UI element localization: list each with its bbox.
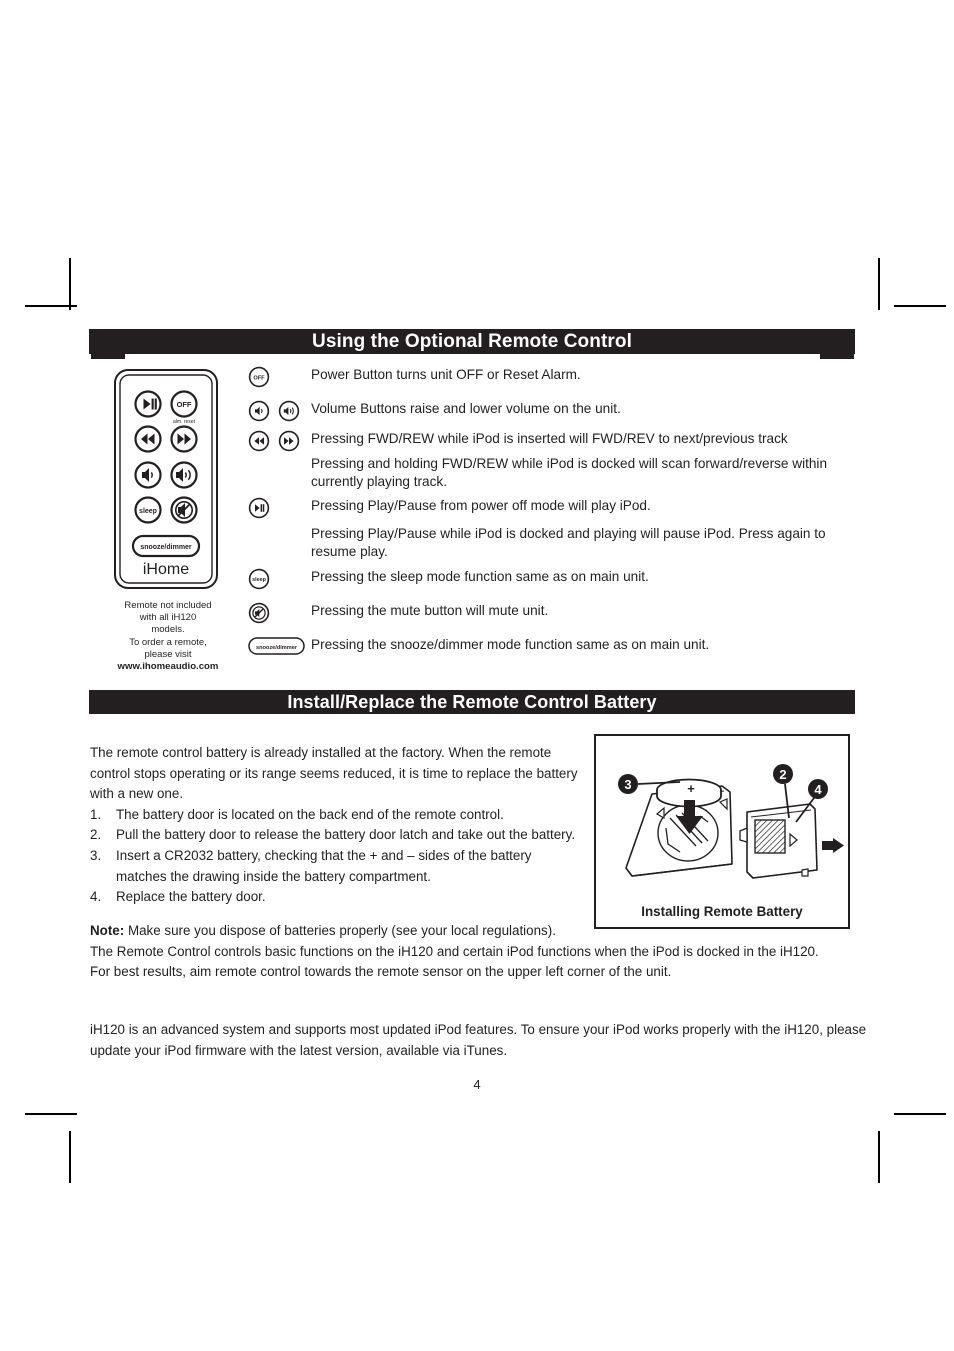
remote-control-summary-2: For best results, aim remote control tow…	[90, 964, 672, 980]
remote-function-row: Pressing FWD/REW while iPod is inserted …	[248, 430, 858, 455]
remote-function-row: Pressing Play/Pause while iPod is docked…	[248, 525, 858, 568]
caption-line-2: with all iH120	[139, 612, 197, 624]
row-icon-group	[248, 602, 306, 624]
snooze-dimmer-button-icon: snooze/dimmer	[248, 636, 305, 661]
row-icon-group: OFF	[248, 366, 306, 388]
step-number: 3.	[90, 847, 102, 863]
installing-remote-battery-diagram: + 3 2 4 Installing Remote Battery	[594, 734, 850, 929]
list-item: 4. Replace the battery door.	[90, 887, 582, 908]
remote-function-row: OFF Power Button turns unit OFF or Reset…	[248, 366, 858, 400]
ipod-firmware-note: iH120 is an advanced system and supports…	[90, 1019, 880, 1061]
row-description: Pressing the mute button will mute unit.	[311, 603, 549, 618]
crop-mark-top-right-horizontal	[894, 305, 946, 307]
svg-text:sleep: sleep	[252, 577, 266, 583]
row-icon-group	[248, 430, 306, 452]
svg-text:iHome: iHome	[143, 561, 189, 578]
crop-mark-bottom-right-horizontal	[894, 1113, 946, 1115]
rewind-button-icon	[248, 430, 270, 457]
remote-function-row: Pressing the mute button will mute unit.	[248, 602, 858, 636]
svg-text:snooze/dimmer: snooze/dimmer	[140, 544, 192, 551]
remote-function-row: sleep Pressing the sleep mode function s…	[248, 568, 858, 602]
crop-mark-top-right-vertical	[878, 258, 880, 310]
play-pause-button-icon	[248, 497, 270, 524]
step-text: Pull the battery door to release the bat…	[116, 827, 576, 843]
ihome-audio-url[interactable]: www.ihomeaudio.com	[108, 661, 228, 673]
volume-down-button-icon	[248, 400, 270, 427]
row-description: Pressing and holding FWD/REW while iPod …	[311, 456, 828, 489]
svg-text:4: 4	[814, 782, 822, 797]
crop-mark-bottom-left-horizontal	[25, 1113, 77, 1115]
crop-mark-top-left-vertical	[69, 258, 71, 310]
list-item: 2. Pull the battery door to release the …	[90, 825, 582, 846]
svg-text:3: 3	[624, 777, 631, 792]
step-text: Insert a CR2032 battery, checking that t…	[116, 847, 532, 884]
remote-function-row: Volume Buttons raise and lower volume on…	[248, 400, 858, 430]
list-item: 1. The battery door is located on the ba…	[90, 805, 582, 826]
remote-control-summary-1: The Remote Control controls basic functi…	[90, 943, 819, 959]
remote-availability-caption: Remote not included with all iH120 model…	[108, 600, 228, 673]
note-label: Note:	[90, 923, 125, 938]
svg-text:OFF: OFF	[177, 400, 192, 409]
row-description: Volume Buttons raise and lower volume on…	[311, 401, 621, 416]
row-description: Pressing FWD/REW while iPod is inserted …	[311, 431, 788, 446]
off-button-icon: OFF	[248, 366, 270, 393]
step-number: 4.	[90, 889, 102, 905]
remote-function-row: snooze/dimmer Pressing the snooze/dimmer…	[248, 636, 858, 666]
volume-up-button-icon	[278, 400, 300, 427]
battery-note-and-summary: Note: Make sure you dispose of batteries…	[90, 921, 880, 983]
remote-function-row: Pressing Play/Pause from power off mode …	[248, 497, 858, 525]
step-text: Replace the battery door.	[116, 889, 266, 905]
remote-control-illustration: OFF alm. reset sleep snooze/dimmer iHome	[113, 368, 219, 590]
row-description: Power Button turns unit OFF or Reset Ala…	[311, 367, 581, 382]
mute-button-icon	[248, 602, 270, 629]
crop-mark-bottom-right-vertical	[878, 1131, 880, 1183]
forward-button-icon	[278, 430, 300, 457]
svg-text:alm. reset: alm. reset	[173, 419, 196, 425]
footer-paragraph: iH120 is an advanced system and supports…	[90, 1022, 867, 1058]
remote-function-list: OFF Power Button turns unit OFF or Reset…	[248, 366, 858, 666]
row-description: Pressing Play/Pause from power off mode …	[311, 498, 651, 513]
caption-line-4: To order a remote,	[129, 636, 207, 648]
row-icon-group: sleep	[248, 568, 306, 590]
caption-line-1: Remote not included	[124, 600, 212, 611]
diagram-caption: Installing Remote Battery	[641, 904, 803, 919]
caption-line-5: please visit	[144, 648, 192, 660]
crop-mark-top-left-horizontal	[25, 305, 77, 307]
remote-function-row: Pressing and holding FWD/REW while iPod …	[248, 455, 858, 497]
svg-text:+: +	[687, 781, 695, 796]
caption-line-3: models.	[151, 624, 185, 636]
row-icon-group: snooze/dimmer	[248, 636, 310, 658]
row-description: Pressing Play/Pause while iPod is docked…	[311, 526, 826, 559]
section-header-using-remote: Using the Optional Remote Control	[89, 329, 855, 354]
svg-text:OFF: OFF	[253, 375, 265, 381]
battery-intro-paragraph: The remote control battery is already in…	[90, 745, 578, 802]
row-icon-group	[248, 400, 306, 422]
section-header-install-battery: Install/Replace the Remote Control Batte…	[89, 690, 855, 714]
step-number: 1.	[90, 806, 102, 822]
svg-text:snooze/dimmer: snooze/dimmer	[256, 645, 298, 651]
crop-mark-bottom-left-vertical	[69, 1131, 71, 1183]
battery-steps-list: 1. The battery door is located on the ba…	[90, 805, 582, 908]
page-number: 4	[473, 1077, 481, 1092]
sleep-button-icon: sleep	[248, 568, 270, 595]
row-description: Pressing the sleep mode function same as…	[311, 569, 649, 584]
battery-instructions: The remote control battery is already in…	[90, 743, 582, 908]
row-icon-group	[248, 497, 306, 519]
svg-text:sleep: sleep	[139, 508, 157, 515]
step-text: The battery door is located on the back …	[116, 806, 504, 822]
note-text: Make sure you dispose of batteries prope…	[124, 923, 556, 938]
row-description: Pressing the snooze/dimmer mode function…	[311, 637, 710, 652]
list-item: 3. Insert a CR2032 battery, checking tha…	[90, 846, 582, 887]
step-number: 2.	[90, 827, 102, 843]
svg-text:2: 2	[779, 767, 786, 782]
